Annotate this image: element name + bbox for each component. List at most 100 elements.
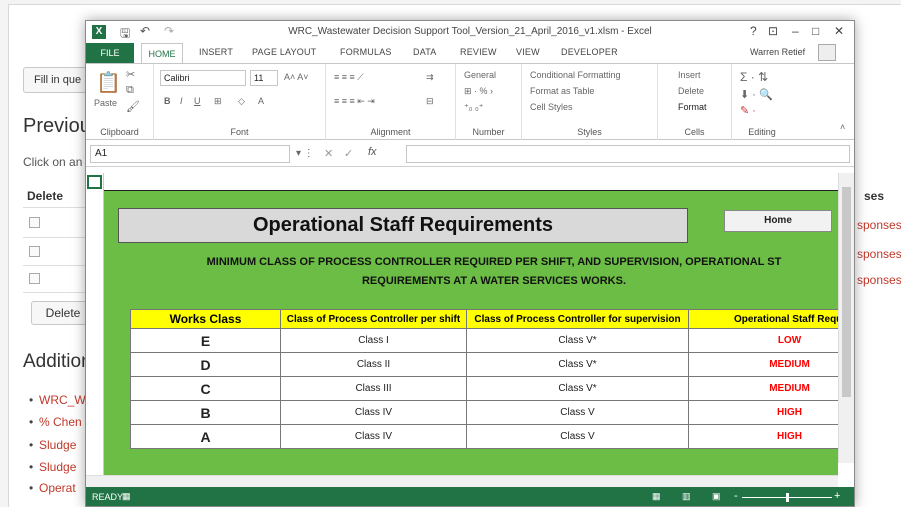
user-name[interactable]: Warren Retief xyxy=(750,47,805,57)
shift-class-cell[interactable]: Class II xyxy=(280,352,467,377)
avatar[interactable] xyxy=(818,44,836,61)
responses-link[interactable]: sponses xyxy=(857,247,901,261)
cancel-entry-icon[interactable]: ✕ xyxy=(324,147,333,160)
namebox-dropdown-icon[interactable]: ▾ ⋮ xyxy=(296,148,314,159)
selected-cell-indicator xyxy=(87,175,102,189)
paste-icon[interactable]: 📋 xyxy=(96,70,121,95)
format-as-table-button[interactable]: Format as Table xyxy=(530,86,594,96)
close-icon[interactable]: ✕ xyxy=(834,24,844,38)
page-layout-view-icon[interactable]: ▥ xyxy=(682,491,691,502)
horizontal-scrollbar[interactable] xyxy=(86,475,838,487)
resource-link[interactable]: % Chen xyxy=(29,415,82,429)
vertical-scroll-thumb[interactable] xyxy=(842,187,851,397)
works-class-cell[interactable]: A xyxy=(130,424,281,449)
paste-label[interactable]: Paste xyxy=(94,98,117,108)
clear-icon[interactable]: ✎ · xyxy=(740,104,756,117)
shift-class-cell[interactable]: Class IV xyxy=(280,400,467,425)
works-class-cell[interactable]: E xyxy=(130,328,281,353)
normal-view-icon[interactable]: ▦ xyxy=(652,491,661,502)
worksheet-grid[interactable]: Operational Staff Requirements Home MINI… xyxy=(86,173,854,475)
responses-column-header: ses xyxy=(864,189,885,203)
supervision-class-cell[interactable]: Class V* xyxy=(466,376,689,401)
tab-home[interactable]: HOME xyxy=(141,43,183,64)
collapse-ribbon-icon[interactable]: ˄ xyxy=(840,122,845,132)
zoom-out-icon[interactable]: - xyxy=(734,490,738,502)
staff-level-cell[interactable]: MEDIUM xyxy=(688,352,854,377)
zoom-slider-handle[interactable] xyxy=(786,493,789,502)
cell-styles-button[interactable]: Cell Styles xyxy=(530,102,573,112)
help-icon[interactable]: ? xyxy=(750,24,757,38)
tab-view[interactable]: VIEW xyxy=(516,47,540,57)
resource-link[interactable]: WRC_W xyxy=(29,393,86,407)
align-top-icons[interactable]: ≡ ≡ ≡ ⟋ xyxy=(334,72,364,83)
autosum-icon[interactable]: Σ · ⇅ xyxy=(740,70,768,84)
font-size-select[interactable]: 11 xyxy=(250,70,278,86)
tab-developer[interactable]: DEVELOPER xyxy=(561,47,618,57)
home-button[interactable]: Home xyxy=(724,210,832,232)
italic-icon[interactable]: I xyxy=(180,96,183,106)
maximize-icon[interactable]: □ xyxy=(812,24,819,38)
conditional-formatting-button[interactable]: Conditional Formatting xyxy=(530,70,621,80)
align-left-icons[interactable]: ≡ ≡ ≡ ⇤ ⇥ xyxy=(334,96,375,107)
delete-checkbox[interactable] xyxy=(29,217,40,228)
staff-level-cell[interactable]: HIGH xyxy=(688,424,854,449)
tab-insert[interactable]: INSERT xyxy=(199,47,233,57)
insert-cells-button[interactable]: Insert xyxy=(678,70,701,80)
decimal-icon[interactable]: ⁺₀ ₀⁺ xyxy=(464,102,483,113)
works-class-cell[interactable]: D xyxy=(130,352,281,377)
cut-icon[interactable]: ✂ xyxy=(126,68,135,81)
shift-class-cell[interactable]: Class III xyxy=(280,376,467,401)
group-label-cells: Cells xyxy=(684,127,705,137)
tab-page-layout[interactable]: PAGE LAYOUT xyxy=(252,47,316,57)
copy-icon[interactable]: ⧉ xyxy=(126,84,134,97)
format-painter-icon[interactable]: 🖌 xyxy=(126,100,140,113)
minimize-icon[interactable]: – xyxy=(792,24,799,38)
font-name-select[interactable]: Calibri xyxy=(160,70,246,86)
works-class-cell[interactable]: C xyxy=(130,376,281,401)
staff-level-cell[interactable]: MEDIUM xyxy=(688,376,854,401)
supervision-class-cell[interactable]: Class V xyxy=(466,400,689,425)
delete-cells-button[interactable]: Delete xyxy=(678,86,704,96)
staff-level-cell[interactable]: LOW xyxy=(688,328,854,353)
resource-link[interactable]: Sludge xyxy=(29,460,76,474)
responses-link[interactable]: sponses xyxy=(857,273,901,287)
borders-icon[interactable]: ⊞ xyxy=(214,96,222,107)
shift-class-cell[interactable]: Class IV xyxy=(280,424,467,449)
tab-data[interactable]: DATA xyxy=(413,47,436,57)
staff-level-cell[interactable]: HIGH xyxy=(688,400,854,425)
group-label-clipboard: Clipboard xyxy=(100,127,139,137)
number-format-select[interactable]: General xyxy=(464,70,496,80)
delete-checkbox[interactable] xyxy=(29,246,40,257)
format-cells-button[interactable]: Format xyxy=(678,102,707,112)
resource-link[interactable]: Sludge xyxy=(29,438,76,452)
responses-link[interactable]: sponses xyxy=(857,218,901,232)
font-color-icon[interactable]: A xyxy=(258,96,264,106)
confirm-entry-icon[interactable]: ✓ xyxy=(344,147,353,160)
vertical-scrollbar[interactable] xyxy=(838,173,854,463)
bold-icon[interactable]: B xyxy=(164,96,171,106)
percent-icon[interactable]: ⊞ · % › xyxy=(464,86,493,97)
delete-checkbox[interactable] xyxy=(29,273,40,284)
resource-link[interactable]: Operat xyxy=(29,481,76,495)
macro-record-icon[interactable]: ▦ xyxy=(122,491,131,502)
name-box[interactable]: A1 xyxy=(90,145,290,163)
tab-review[interactable]: REVIEW xyxy=(460,47,497,57)
insert-function-icon[interactable]: fx xyxy=(368,146,377,158)
works-class-cell[interactable]: B xyxy=(130,400,281,425)
supervision-class-cell[interactable]: Class V* xyxy=(466,352,689,377)
formula-input[interactable] xyxy=(406,145,850,163)
font-grow-icon[interactable]: A˄ A˅ xyxy=(284,72,309,82)
underline-icon[interactable]: U xyxy=(194,96,201,106)
supervision-class-cell[interactable]: Class V xyxy=(466,424,689,449)
zoom-in-icon[interactable]: + xyxy=(834,490,840,502)
wrap-text-icon[interactable]: ⇉ xyxy=(426,72,434,83)
fill-color-icon[interactable]: ◇ xyxy=(238,96,245,107)
supervision-class-cell[interactable]: Class V* xyxy=(466,328,689,353)
ribbon-display-options-icon[interactable]: ⊡ xyxy=(768,24,778,38)
find-select-icon[interactable]: ⬇ · 🔍 xyxy=(740,88,773,101)
merge-center-icon[interactable]: ⊟ xyxy=(426,96,434,107)
page-break-view-icon[interactable]: ▣ xyxy=(712,491,721,502)
tab-file[interactable]: FILE xyxy=(86,43,134,63)
tab-formulas[interactable]: FORMULAS xyxy=(340,47,392,57)
shift-class-cell[interactable]: Class I xyxy=(280,328,467,353)
